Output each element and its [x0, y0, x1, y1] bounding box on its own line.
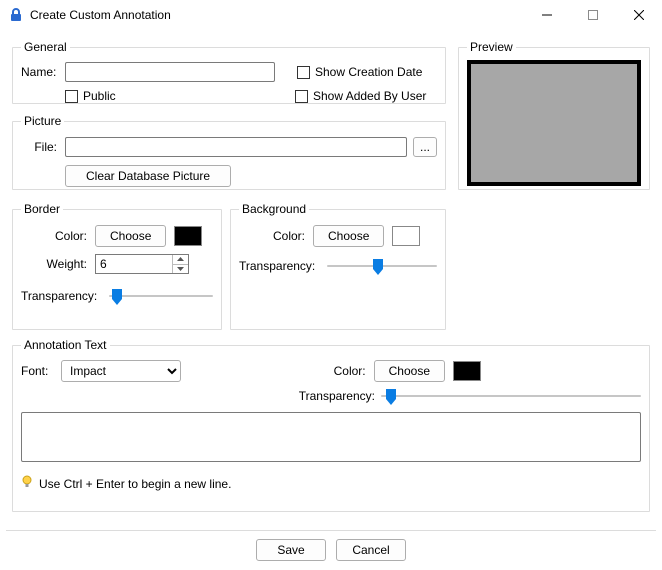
background-transparency-slider[interactable]	[327, 257, 437, 275]
border-color-label: Color:	[21, 229, 95, 243]
picture-group: Picture File: ... Clear Database Picture	[12, 114, 446, 190]
background-transparency-label: Transparency:	[239, 259, 321, 273]
save-button[interactable]: Save	[256, 539, 326, 561]
minimize-button[interactable]	[524, 0, 570, 30]
font-select[interactable]: Impact	[61, 360, 181, 382]
annotation-text-group: Annotation Text Font: Impact Color: Choo…	[12, 338, 650, 512]
preview-canvas	[467, 60, 641, 186]
public-checkbox[interactable]	[65, 90, 78, 103]
show-added-by-user-checkbox[interactable]	[295, 90, 308, 103]
border-color-choose-button[interactable]: Choose	[95, 225, 166, 247]
preview-legend: Preview	[467, 40, 516, 54]
show-added-by-user-label: Show Added By User	[313, 89, 426, 103]
font-label: Font:	[21, 364, 61, 378]
file-input[interactable]	[65, 137, 407, 157]
name-input[interactable]	[65, 62, 275, 82]
background-color-label: Color:	[239, 229, 313, 243]
show-creation-date-checkbox[interactable]	[297, 66, 310, 79]
footer: Save Cancel	[6, 530, 656, 564]
border-transparency-slider[interactable]	[109, 287, 213, 305]
weight-spin-up[interactable]	[172, 255, 188, 265]
text-color-choose-button[interactable]: Choose	[374, 360, 445, 382]
border-color-swatch	[174, 226, 202, 246]
general-group: General Name: Show Creation Date Public …	[12, 40, 446, 104]
text-transparency-slider[interactable]	[381, 387, 641, 405]
border-group: Border Color: Choose Weight: Transparenc…	[12, 202, 222, 330]
maximize-button[interactable]	[570, 0, 616, 30]
annotation-text-input[interactable]	[21, 412, 641, 462]
background-color-choose-button[interactable]: Choose	[313, 225, 384, 247]
background-color-swatch	[392, 226, 420, 246]
lightbulb-icon	[21, 475, 33, 492]
background-legend: Background	[239, 202, 309, 216]
browse-button[interactable]: ...	[413, 137, 437, 157]
close-button[interactable]	[616, 0, 662, 30]
public-label: Public	[83, 89, 273, 103]
annotation-text-legend: Annotation Text	[21, 338, 110, 352]
file-label: File:	[21, 140, 65, 154]
cancel-button[interactable]: Cancel	[336, 539, 406, 561]
general-legend: General	[21, 40, 70, 54]
preview-group: Preview	[458, 40, 650, 190]
clear-database-picture-button[interactable]: Clear Database Picture	[65, 165, 231, 187]
text-color-swatch	[453, 361, 481, 381]
border-legend: Border	[21, 202, 63, 216]
picture-legend: Picture	[21, 114, 64, 128]
app-lock-icon	[8, 7, 24, 23]
border-transparency-label: Transparency:	[21, 289, 103, 303]
hint-text: Use Ctrl + Enter to begin a new line.	[39, 477, 231, 491]
text-transparency-label: Transparency:	[299, 389, 381, 403]
background-group: Background Color: Choose Transparency:	[230, 202, 446, 330]
name-label: Name:	[21, 65, 65, 79]
weight-spin-down[interactable]	[172, 265, 188, 274]
border-weight-label: Weight:	[21, 257, 95, 271]
text-color-label: Color:	[334, 364, 374, 378]
titlebar: Create Custom Annotation	[0, 0, 662, 30]
window-title: Create Custom Annotation	[30, 8, 171, 22]
show-creation-date-label: Show Creation Date	[315, 65, 422, 79]
